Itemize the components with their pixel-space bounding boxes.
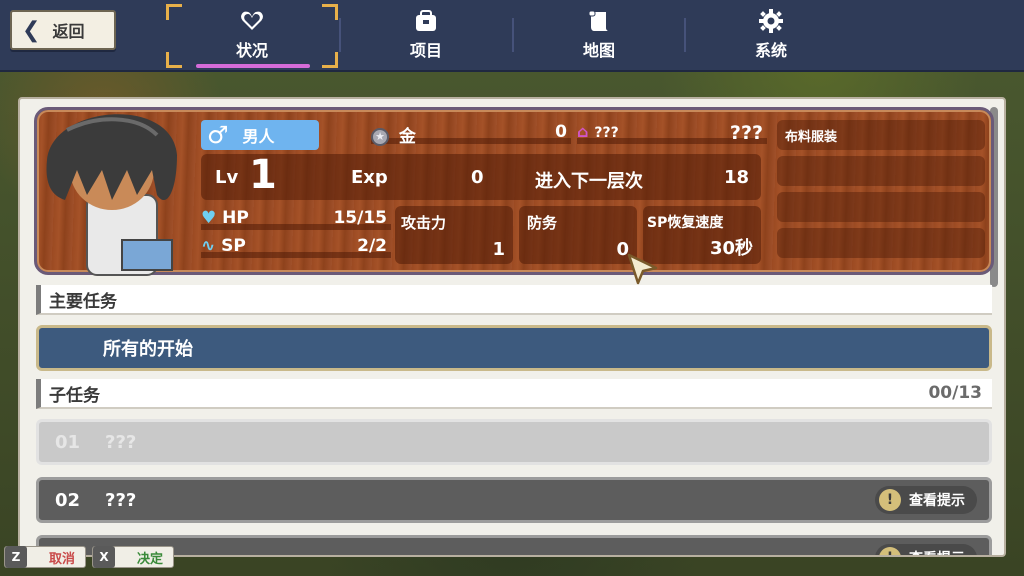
main-quest-item[interactable]: 所有的开始 — [36, 325, 992, 371]
scroll-icon — [588, 10, 608, 31]
confirm-hint[interactable]: X 决定 — [92, 546, 175, 568]
defense-label: 防务 — [527, 214, 558, 232]
gold-label: 金 — [398, 127, 416, 147]
home-row: ⌂ ??? ??? — [577, 122, 767, 144]
sub-quest-header: 子任务 00/13 — [36, 379, 992, 409]
sub-quest-name: ??? — [105, 431, 137, 453]
tab-label: 项目 — [409, 41, 442, 60]
equipment-slot[interactable]: 布料服装 — [777, 120, 985, 150]
attack-box: 攻击力 1 — [395, 206, 513, 264]
sub-quest-title: 子任务 — [49, 385, 100, 406]
home-value: ??? — [729, 122, 763, 144]
empty-equipment-slot[interactable] — [777, 156, 985, 186]
hp-row: ♥ HP 15/15 — [201, 208, 391, 230]
main-quest-title: 主要任务 — [49, 291, 117, 312]
top-nav-bar: ❮ 返回 状况 项目 地图 系统 — [0, 0, 1024, 72]
empty-equipment-slot[interactable] — [777, 228, 985, 258]
x-key: X — [93, 546, 116, 568]
sp-regen-box: SP恢复速度 30秒 — [643, 206, 761, 264]
exp-value: 0 — [471, 167, 484, 188]
heart-icon: ♥ — [201, 208, 217, 228]
male-icon: ♂ — [207, 121, 229, 149]
sub-quest-name: ??? — [105, 489, 137, 511]
gear-icon — [759, 9, 783, 33]
exclamation-icon: ! — [879, 547, 901, 555]
tab-label: 系统 — [754, 41, 787, 60]
lv-value: 1 — [249, 152, 277, 198]
exp-label: Exp — [351, 167, 388, 188]
tab-items[interactable]: 项目 — [341, 0, 511, 70]
sub-quest-number: 01 — [55, 431, 81, 453]
back-button[interactable]: ❮ 返回 — [10, 10, 116, 50]
sub-quest-number: 02 — [55, 489, 81, 511]
sp-row: ∿ SP 2/2 — [201, 236, 391, 258]
house-icon: ⌂ — [577, 122, 589, 141]
heart-icon — [239, 10, 265, 33]
character-portrait — [46, 114, 177, 276]
tab-map[interactable]: 地图 — [514, 0, 684, 70]
spiral-icon: ∿ — [201, 236, 216, 256]
exclamation-icon: ! — [879, 489, 901, 511]
view-hint-button[interactable]: ! 查看提示 — [875, 486, 977, 514]
bag-icon — [416, 10, 436, 31]
next-level-value: 18 — [723, 167, 749, 188]
hint-label: 查看提示 — [909, 548, 965, 555]
gold-value: 0 — [555, 122, 567, 142]
gold-row: ★ 金 0 — [371, 122, 571, 147]
sp-regen-label: SP恢复速度 — [647, 215, 724, 231]
attack-label: 攻击力 — [401, 214, 447, 232]
attack-value: 1 — [492, 239, 505, 260]
selected-tab-indicator — [196, 64, 310, 68]
lv-label: Lv — [215, 167, 239, 188]
key-hints: Z 取消 X 决定 — [0, 546, 175, 572]
pointer-cursor-icon — [627, 253, 658, 285]
main-quest-name: 所有的开始 — [103, 339, 193, 360]
equipment-label: 布料服装 — [785, 130, 838, 145]
hp-label: HP — [222, 208, 249, 228]
hint-label: 查看提示 — [909, 493, 965, 509]
sp-label: SP — [221, 236, 246, 256]
tab-label: 地图 — [582, 41, 615, 60]
tab-system[interactable]: 系统 — [686, 0, 856, 70]
coin-icon: ★ — [371, 128, 389, 146]
sub-quest-item: 01 ??? — [36, 419, 992, 465]
z-key: Z — [5, 546, 27, 568]
tab-status[interactable]: 状况 — [167, 0, 337, 70]
level-box: Lv 1 Exp 0 进入下一层次 18 — [201, 152, 761, 200]
back-label: 返回 — [52, 22, 85, 41]
sub-quest-item[interactable]: 03 ??? ! 查看提示 — [36, 535, 992, 556]
hp-value: 15/15 — [333, 208, 387, 228]
sp-regen-value: 30秒 — [709, 238, 753, 259]
status-panel: ♂ 男人 ★ 金 0 ⌂ ??? ??? 布料服装 Lv 1 Exp 0 进入下… — [18, 97, 1006, 557]
gender-label: 男人 — [242, 127, 275, 146]
cancel-label: 取消 — [49, 551, 76, 567]
defense-box: 防务 0 — [519, 206, 637, 264]
tab-label: 状况 — [235, 41, 268, 60]
empty-equipment-slot[interactable] — [777, 192, 985, 222]
cancel-hint[interactable]: Z 取消 — [4, 546, 87, 568]
sub-quest-count: 00/13 — [928, 383, 982, 403]
confirm-label: 决定 — [137, 551, 164, 567]
next-level-label: 进入下一层次 — [535, 171, 643, 192]
gender-badge: ♂ 男人 — [201, 120, 319, 150]
main-quest-header: 主要任务 — [36, 285, 992, 315]
sp-value: 2/2 — [357, 236, 387, 256]
sub-quest-item[interactable]: 02 ??? ! 查看提示 — [36, 477, 992, 523]
chevron-left-icon: ❮ — [22, 17, 41, 43]
character-card: ♂ 男人 ★ 金 0 ⌂ ??? ??? 布料服装 Lv 1 Exp 0 进入下… — [34, 107, 994, 276]
sub-quest-name: ??? — [95, 548, 875, 556]
view-hint-button[interactable]: ! 查看提示 — [875, 544, 977, 555]
home-label: ??? — [594, 125, 619, 141]
